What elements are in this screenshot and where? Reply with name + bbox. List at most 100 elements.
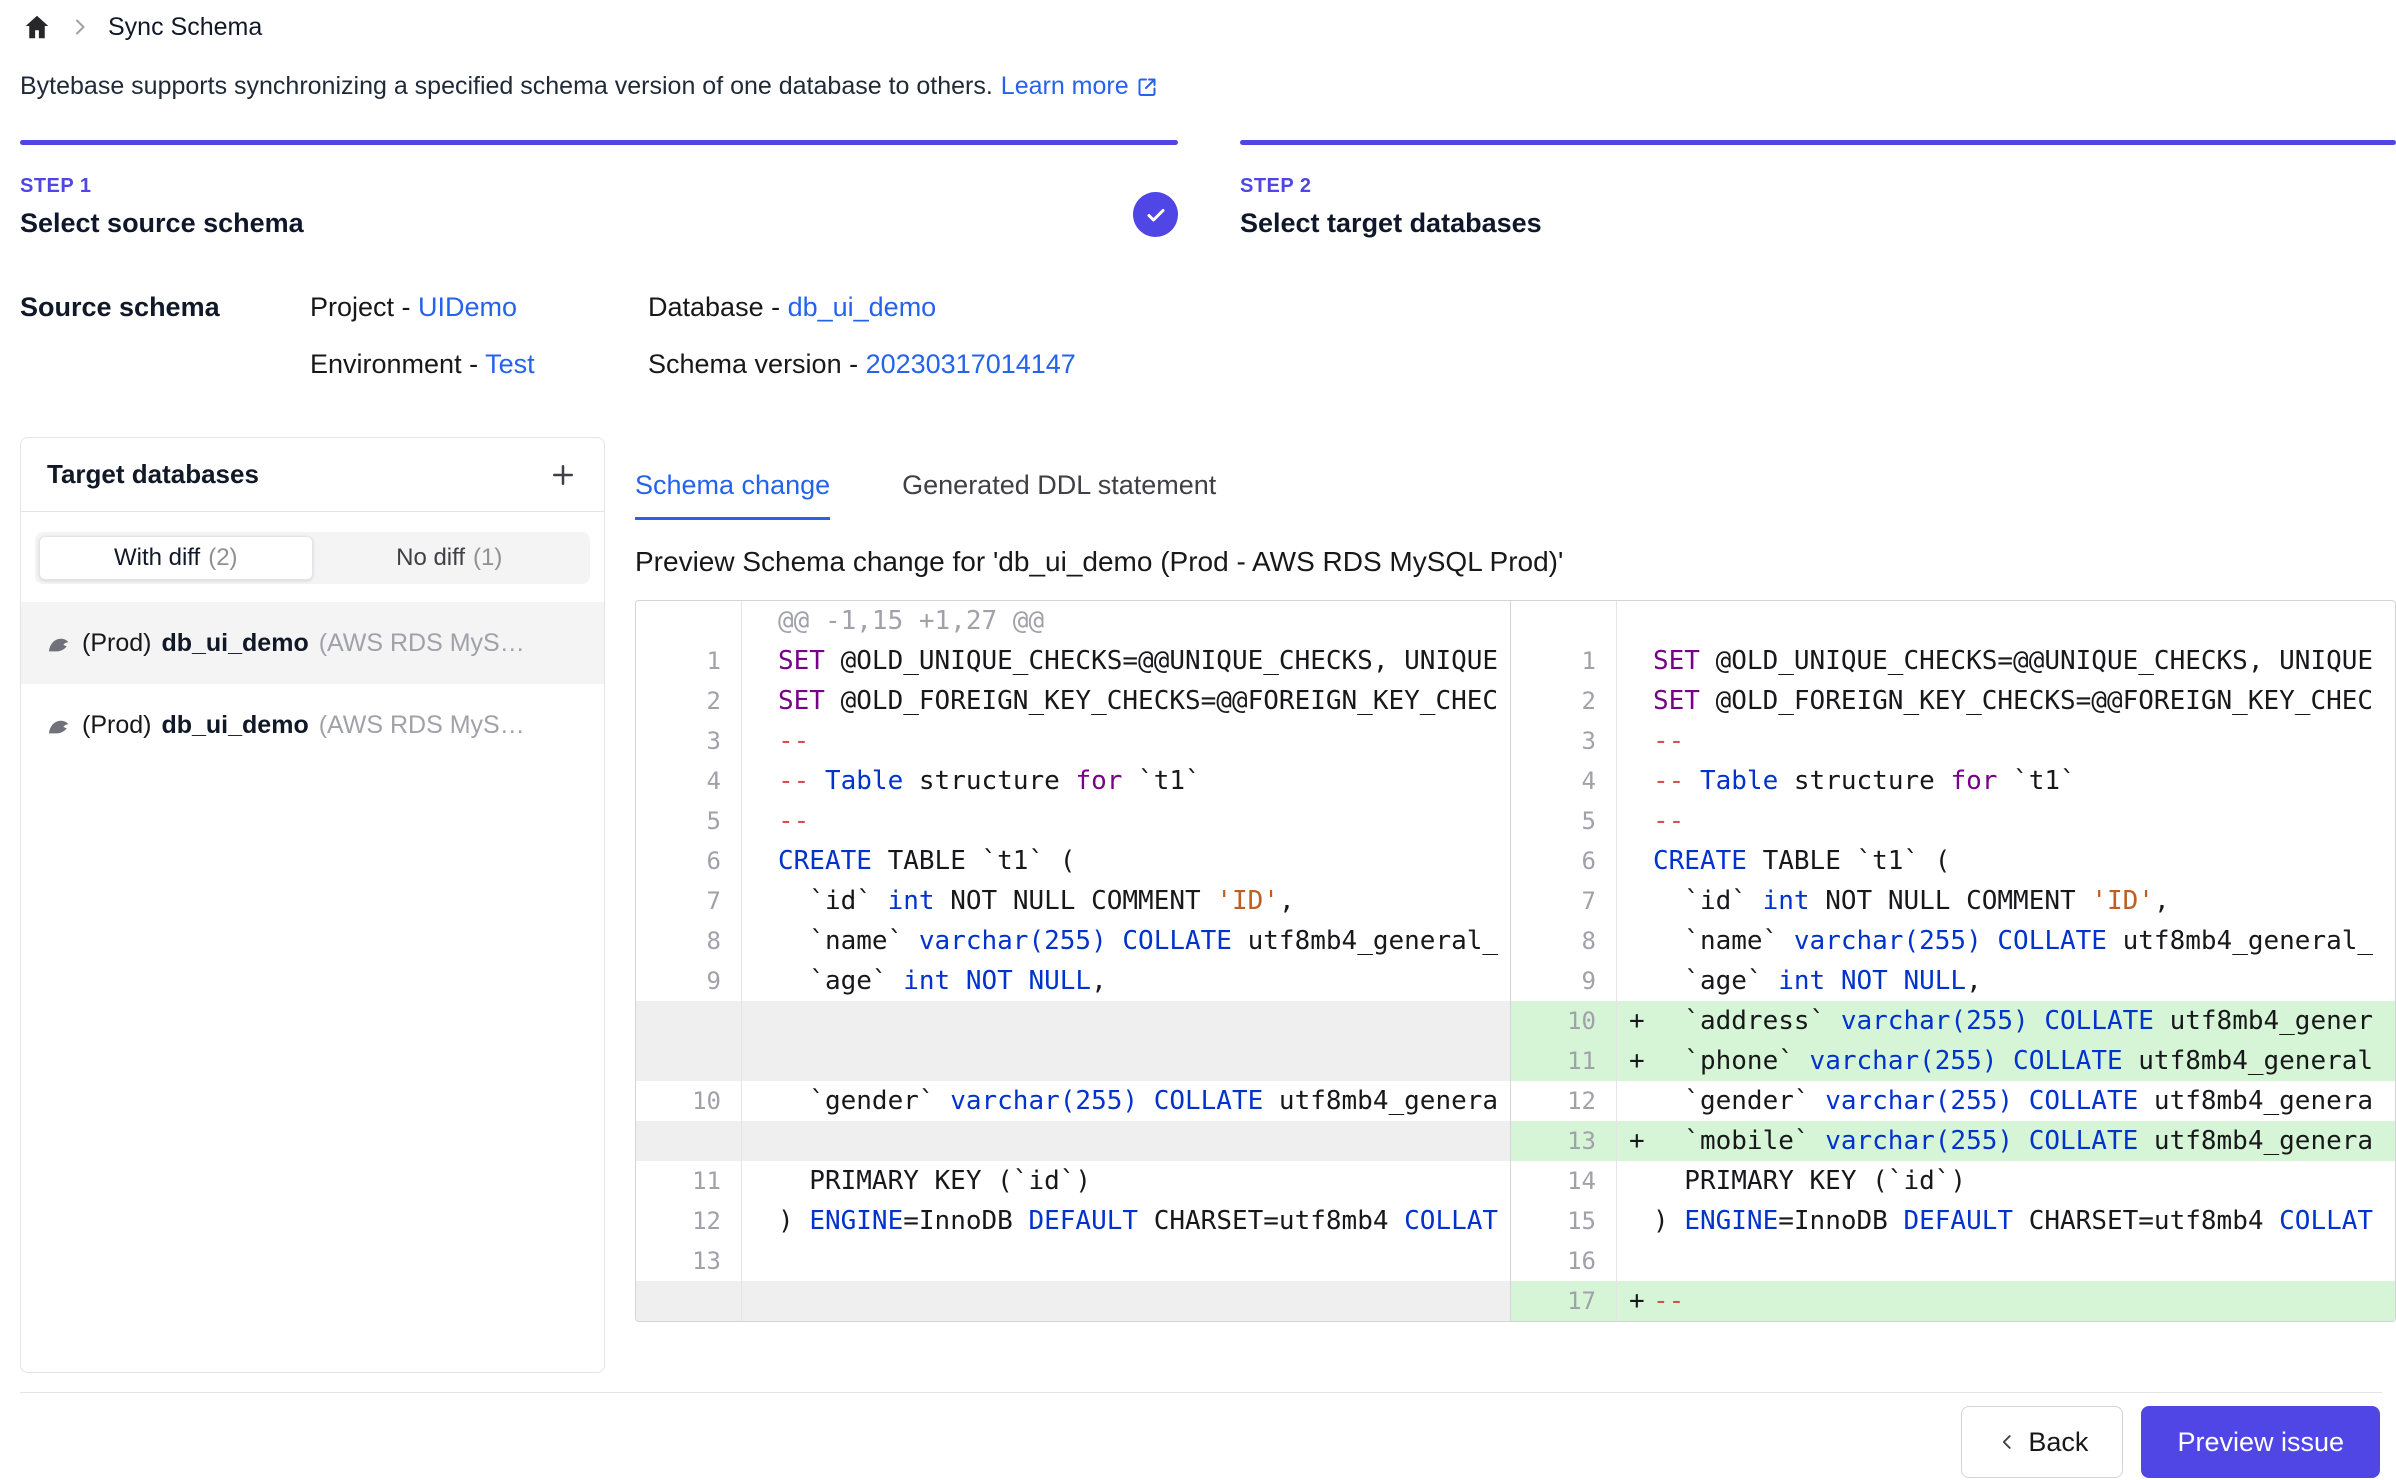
diff-row: 13+ `mobile` varchar(255) COLLATE utf8mb… (1511, 1121, 2395, 1161)
diff-code-line: + `address` varchar(255) COLLATE utf8mb4… (1617, 1001, 2395, 1041)
tab-schema-change[interactable]: Schema change (635, 470, 830, 520)
database-instance-detail: (AWS RDS MyS… (319, 629, 525, 658)
tab-no-diff-label: No diff (396, 544, 465, 572)
diff-code-line: `name` varchar(255) COLLATE utf8mb4_gene… (1617, 921, 2395, 961)
diff-row: 9 `age` int NOT NULL, (1511, 961, 2395, 1001)
diff-add-marker: + (1629, 1041, 1645, 1081)
diff-line-number: 6 (1511, 841, 1617, 881)
diff-row: 9 `age` int NOT NULL, (636, 961, 1510, 1001)
diff-code-line (1617, 1241, 2395, 1281)
schema-version-link[interactable]: 20230317014147 (866, 349, 1076, 379)
mysql-engine-icon (45, 630, 72, 657)
diff-code-line: `age` int NOT NULL, (1617, 961, 2395, 1001)
diff-line-number: 8 (1511, 921, 1617, 961)
diff-code-line: -- Table structure for `t1` (742, 761, 1510, 801)
target-database-list: (Prod) db_ui_demo (AWS RDS MyS… (Prod) d… (21, 602, 604, 766)
target-databases-panel: Target databases With diff (2) No diff (… (20, 437, 605, 1373)
diff-code-line: `id` int NOT NULL COMMENT 'ID', (1617, 881, 2395, 921)
target-databases-title: Target databases (47, 459, 259, 490)
diff-row: 7 `id` int NOT NULL COMMENT 'ID', (1511, 881, 2395, 921)
diff-code-line (742, 1241, 1510, 1281)
step-1-completed-check-icon (1133, 192, 1178, 237)
diff-row: 8 `name` varchar(255) COLLATE utf8mb4_ge… (636, 921, 1510, 961)
back-button[interactable]: Back (1961, 1406, 2123, 1478)
diff-line-number: 2 (1511, 681, 1617, 721)
step-1: STEP 1 Select source schema (20, 140, 1178, 239)
diff-line-number: 7 (1511, 881, 1617, 921)
diff-line-number (1511, 601, 1617, 641)
database-link[interactable]: db_ui_demo (788, 292, 937, 322)
diff-code-line: CREATE TABLE `t1` ( (742, 841, 1510, 881)
tab-no-diff[interactable]: No diff (1) (313, 536, 587, 580)
mysql-engine-icon (45, 712, 72, 739)
diff-code-line: @@ -1,15 +1,27 @@ (742, 601, 1510, 641)
diff-row: 17+-- (1511, 1281, 2395, 1321)
diff-row (1511, 601, 2395, 641)
diff-row (636, 1041, 1510, 1081)
home-icon[interactable] (22, 12, 52, 42)
diff-row: 14 PRIMARY KEY (`id`) (1511, 1161, 2395, 1201)
database-name: db_ui_demo (161, 711, 308, 740)
diff-line-number: 13 (636, 1241, 742, 1281)
page-title: Sync Schema (108, 13, 262, 42)
target-database-item[interactable]: (Prod) db_ui_demo (AWS RDS MyS… (21, 602, 604, 684)
chevron-left-icon (1996, 1431, 2018, 1453)
target-database-item[interactable]: (Prod) db_ui_demo (AWS RDS MyS… (21, 684, 604, 766)
diff-code-line: `gender` varchar(255) COLLATE utf8mb4_ge… (1617, 1081, 2395, 1121)
intro-description: Bytebase supports synchronizing a specif… (20, 72, 993, 101)
database-environment: (Prod) (82, 629, 151, 658)
learn-more-link[interactable]: Learn more (1001, 72, 1159, 101)
diff-line-number (636, 1041, 742, 1081)
diff-pane-target: 1SET @OLD_UNIQUE_CHECKS=@@UNIQUE_CHECKS,… (1511, 601, 2395, 1321)
diff-row: 1SET @OLD_UNIQUE_CHECKS=@@UNIQUE_CHECKS,… (636, 641, 1510, 681)
diff-code-line: ) ENGINE=InnoDB DEFAULT CHARSET=utf8mb4 … (1617, 1201, 2395, 1241)
diff-code-line: `age` int NOT NULL, (742, 961, 1510, 1001)
diff-row: 6CREATE TABLE `t1` ( (636, 841, 1510, 881)
tab-with-diff[interactable]: With diff (2) (39, 536, 313, 580)
add-target-database-button[interactable] (548, 460, 578, 490)
diff-line-number: 15 (1511, 1201, 1617, 1241)
diff-code-line (742, 1001, 1510, 1041)
tab-generated-ddl[interactable]: Generated DDL statement (902, 470, 1216, 520)
target-databases-header: Target databases (21, 438, 604, 512)
preview-tabs: Schema change Generated DDL statement (635, 470, 2396, 520)
diff-add-marker: + (1629, 1001, 1645, 1041)
diff-row: 5-- (636, 801, 1510, 841)
footer-actions: Back Preview issue (1961, 1406, 2380, 1478)
diff-code-line: SET @OLD_UNIQUE_CHECKS=@@UNIQUE_CHECKS, … (1617, 641, 2395, 681)
project-link[interactable]: UIDemo (418, 292, 517, 322)
diff-add-marker: + (1629, 1121, 1645, 1161)
database-environment: (Prod) (82, 711, 151, 740)
diff-row: 1SET @OLD_UNIQUE_CHECKS=@@UNIQUE_CHECKS,… (1511, 641, 2395, 681)
diff-line-number: 11 (636, 1161, 742, 1201)
diff-line-number: 6 (636, 841, 742, 881)
diff-row (636, 1001, 1510, 1041)
preview-title: Preview Schema change for 'db_ui_demo (P… (635, 546, 2396, 578)
tab-no-diff-count: (1) (473, 544, 502, 572)
diff-row: 10+ `address` varchar(255) COLLATE utf8m… (1511, 1001, 2395, 1041)
diff-line-number: 4 (1511, 761, 1617, 801)
footer-divider (20, 1392, 2382, 1393)
diff-line-number: 10 (636, 1081, 742, 1121)
diff-code-line (742, 1281, 1510, 1321)
diff-row (636, 1281, 1510, 1321)
chevron-right-icon (68, 15, 92, 39)
diff-line-number: 9 (1511, 961, 1617, 1001)
diff-row: 4-- Table structure for `t1` (636, 761, 1510, 801)
tab-with-diff-label: With diff (114, 544, 200, 572)
schema-diff-viewer: @@ -1,15 +1,27 @@1SET @OLD_UNIQUE_CHECKS… (635, 600, 2396, 1322)
diff-row: 12 `gender` varchar(255) COLLATE utf8mb4… (1511, 1081, 2395, 1121)
diff-line-number: 8 (636, 921, 742, 961)
project-label: Project - (310, 292, 418, 322)
preview-issue-button[interactable]: Preview issue (2141, 1406, 2380, 1478)
environment-link[interactable]: Test (485, 349, 535, 379)
diff-row: 3-- (1511, 721, 2395, 761)
stepper: STEP 1 Select source schema STEP 2 Selec… (20, 140, 2396, 239)
diff-pane-source: @@ -1,15 +1,27 @@1SET @OLD_UNIQUE_CHECKS… (636, 601, 1511, 1321)
diff-code-line: SET @OLD_UNIQUE_CHECKS=@@UNIQUE_CHECKS, … (742, 641, 1510, 681)
diff-line-number: 5 (1511, 801, 1617, 841)
diff-line-number: 12 (636, 1201, 742, 1241)
diff-row: 3-- (636, 721, 1510, 761)
step-2: STEP 2 Select target databases (1240, 140, 2396, 239)
diff-code-line: PRIMARY KEY (`id`) (1617, 1161, 2395, 1201)
